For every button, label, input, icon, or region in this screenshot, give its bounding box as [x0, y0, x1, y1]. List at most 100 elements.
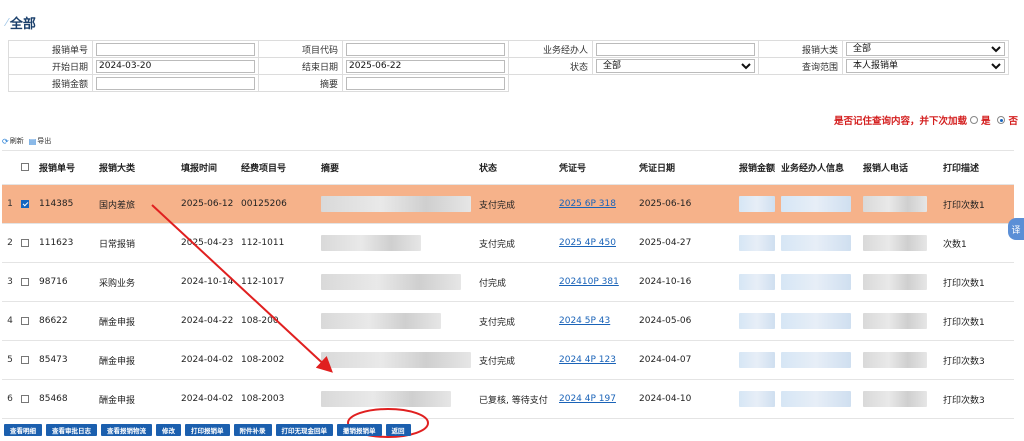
summary-label: 摘要 [258, 74, 343, 92]
cell-voucher[interactable]: 2025 4P 450 [556, 223, 636, 263]
redacted-amount [739, 313, 775, 329]
voucher-link[interactable]: 2025 6P 318 [559, 199, 616, 209]
voucher-link[interactable]: 2024 4P 123 [559, 355, 616, 365]
redacted-handler [781, 235, 851, 251]
page-header: ⁄ 全部 [6, 12, 36, 32]
cell-handler-info [778, 379, 860, 419]
cell-phone [860, 262, 940, 302]
remember-no-radio[interactable] [997, 116, 1006, 124]
table-row[interactable]: 3 98716 采购业务 2024-10-14 112-1017 付完成 202410P 3… [2, 262, 1014, 302]
back-button[interactable]: 返回 [385, 424, 411, 436]
cell-expense-no: 86622 [36, 301, 96, 341]
voucher-link[interactable]: 2025 4P 450 [559, 238, 616, 248]
table-row[interactable]: 1 114385 国内差旅 2025-06-12 00125206 支付完成 2025 6P… [2, 184, 1014, 224]
redacted-summary [321, 274, 461, 290]
attachment-supplement-button[interactable]: 附件补录 [233, 424, 272, 436]
row-checkbox[interactable] [21, 238, 29, 247]
refresh-label: 刷新 [9, 137, 24, 145]
row-checkbox-cell[interactable] [18, 340, 36, 380]
end-date-input[interactable] [346, 59, 505, 73]
table-row[interactable]: 5 85473 酬金申报 2024-04-02 108-2002 支付完成 2024 4P … [2, 340, 1014, 380]
status-label: 状态 [508, 57, 593, 75]
row-checkbox[interactable] [21, 316, 29, 325]
empty-cell [593, 75, 759, 92]
table-row[interactable]: 6 85468 酬金申报 2024-04-02 108-2003 已复核, 等待支付 202… [2, 379, 1014, 419]
header-select-all[interactable] [18, 150, 36, 185]
cell-handler-info [778, 340, 860, 380]
summary-input[interactable] [346, 76, 505, 90]
cell-handler-info [778, 223, 860, 263]
cell-category: 采购业务 [96, 262, 178, 302]
header-project-no[interactable]: 经费项目号 [238, 150, 318, 185]
view-detail-button[interactable]: 查看明细 [4, 424, 42, 436]
voucher-link[interactable]: 202410P 381 [559, 277, 619, 287]
voucher-link[interactable]: 2024 4P 197 [559, 394, 616, 404]
empty-cell [509, 75, 593, 92]
row-checkbox-cell[interactable] [18, 223, 36, 263]
header-voucher[interactable]: 凭证号 [556, 150, 636, 185]
remember-yes-radio[interactable] [969, 116, 978, 124]
expense-no-input[interactable] [96, 42, 255, 56]
row-checkbox[interactable] [21, 199, 29, 208]
print-expense-button[interactable]: 打印报销单 [185, 424, 230, 436]
status-select[interactable]: 全部 [596, 59, 755, 73]
project-code-input[interactable] [346, 42, 505, 56]
cell-voucher-date: 2025-06-16 [636, 184, 732, 224]
row-checkbox-cell[interactable] [18, 184, 36, 224]
cell-voucher[interactable]: 2024 5P 43 [556, 301, 636, 341]
cell-voucher[interactable]: 2024 4P 123 [556, 340, 636, 380]
header-category[interactable]: 报销大类 [96, 150, 178, 185]
title-deco-icon: ⁄ [6, 15, 8, 29]
scope-label: 查询范围 [758, 57, 843, 75]
cell-print-desc: 打印次数3 [940, 340, 1014, 380]
cell-voucher[interactable]: 2024 4P 197 [556, 379, 636, 419]
table-row[interactable]: 4 86622 酬金申报 2024-04-22 108-200 支付完成 2024 5P 4… [2, 301, 1014, 341]
row-checkbox[interactable] [21, 394, 29, 403]
refresh-button[interactable]: ⟳ 刷新 [2, 136, 24, 146]
view-approval-log-button[interactable]: 查看审批日志 [46, 424, 97, 436]
cell-project-no: 00125206 [238, 184, 318, 224]
cell-phone [860, 379, 940, 419]
select-all-checkbox[interactable] [21, 163, 29, 171]
cell-status: 支付完成 [476, 301, 556, 341]
cell-category: 国内差旅 [96, 184, 178, 224]
print-cashless-receipt-button[interactable]: 打印无现金回单 [275, 424, 333, 436]
voucher-link[interactable]: 2024 5P 43 [559, 316, 610, 326]
header-summary[interactable]: 摘要 [318, 150, 476, 185]
scope-select[interactable]: 本人报销单 [846, 59, 1005, 73]
handler-input[interactable] [596, 42, 755, 56]
cell-amount [732, 223, 778, 263]
view-logistics-button[interactable]: 查看报销物流 [101, 424, 152, 436]
cell-handler-info [778, 184, 860, 224]
cell-phone [860, 340, 940, 380]
header-amount[interactable]: 报销金额 [732, 150, 778, 185]
header-print-desc[interactable]: 打印描述 [940, 150, 1014, 185]
revoke-expense-button[interactable]: 撤销报销单 [337, 424, 382, 436]
row-checkbox-cell[interactable] [18, 379, 36, 419]
edit-button[interactable]: 修改 [156, 424, 181, 436]
category-select[interactable]: 全部 [846, 42, 1005, 56]
cell-voucher-date: 2024-05-06 [636, 301, 732, 341]
start-date-input[interactable] [96, 59, 255, 73]
header-expense-no[interactable]: 报销单号 [36, 150, 96, 185]
header-phone[interactable]: 报销人电话 [860, 150, 940, 185]
row-checkbox[interactable] [21, 355, 29, 364]
row-checkbox-cell[interactable] [18, 262, 36, 302]
translate-side-tab[interactable]: 译 [1008, 218, 1024, 240]
row-index: 1 [2, 184, 18, 224]
table-row[interactable]: 2 111623 日常报销 2025-04-23 112-1011 支付完成 2025 4P… [2, 223, 1014, 263]
row-checkbox[interactable] [21, 277, 29, 286]
header-status[interactable]: 状态 [476, 150, 556, 185]
cell-voucher[interactable]: 2025 6P 318 [556, 184, 636, 224]
header-fill-date[interactable]: 填报时间 [178, 150, 238, 185]
handler-label: 业务经办人 [508, 40, 593, 58]
header-handler-info[interactable]: 业务经办人信息 [778, 150, 860, 185]
row-checkbox-cell[interactable] [18, 301, 36, 341]
cell-voucher[interactable]: 202410P 381 [556, 262, 636, 302]
cell-expense-no: 114385 [36, 184, 96, 224]
header-voucher-date[interactable]: 凭证日期 [636, 150, 732, 185]
expense-grid: 报销单号 报销大类 填报时间 经费项目号 摘要 状态 凭证号 凭证日期 报销金额… [2, 150, 1014, 419]
amount-input[interactable] [96, 76, 255, 90]
remember-query-text: 是否记住查询内容，并下次加载 [833, 116, 967, 127]
export-button[interactable]: ▤ 导出 [29, 136, 52, 146]
